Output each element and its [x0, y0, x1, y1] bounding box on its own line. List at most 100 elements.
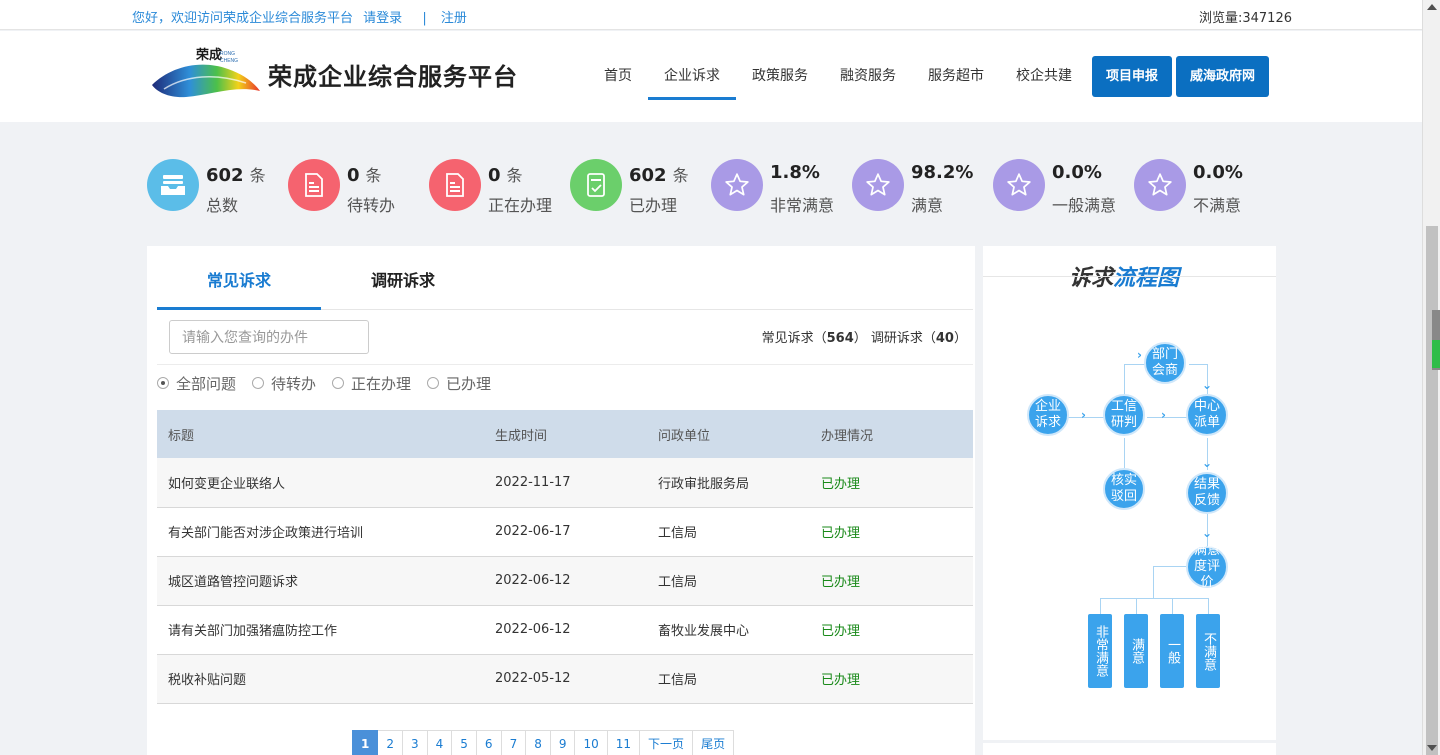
- flow-result-satisfied: 满意: [1124, 614, 1148, 688]
- visit-counter: 浏览量:347126: [1198, 11, 1292, 26]
- stat-label: 已办理: [629, 196, 678, 215]
- flow-node-evaluate: 满意度评价: [1186, 543, 1228, 590]
- stat-label: 不满意: [1193, 196, 1242, 215]
- col-department: 问政单位: [647, 410, 810, 458]
- nav-policy-services[interactable]: 政策服务: [736, 31, 824, 122]
- table-row[interactable]: 请有关部门加强猪瘟防控工作 2022-06-12 畜牧业发展中心 已办理: [157, 605, 973, 655]
- table-row[interactable]: 有关部门能否对涉企政策进行培训 2022-06-17 工信局 已办理: [157, 507, 973, 557]
- filter-pending-transfer[interactable]: 待转办: [252, 373, 316, 394]
- filter-label: 已办理: [446, 374, 492, 393]
- stat-label: 待转办: [347, 196, 396, 215]
- col-created-time: 生成时间: [484, 410, 647, 458]
- stat-label: 正在办理: [488, 196, 553, 215]
- filter-completed[interactable]: 已办理: [427, 373, 491, 394]
- appeal-flowchart: 诉求流程图 › › › ⌄ ⌄ ⌄ 企业诉求 工信研判 部门会商 中心派单 核实…: [983, 246, 1276, 740]
- flow-connector: [1147, 417, 1187, 418]
- common-count-label: 常见诉求（: [761, 331, 827, 346]
- nav-enterprise-appeals[interactable]: 企业诉求: [648, 31, 736, 122]
- star-icon: [852, 159, 904, 211]
- appeal-counts: 常见诉求（564） 调研诉求（40）: [762, 327, 967, 346]
- page-scrollbar[interactable]: [1422, 0, 1440, 755]
- row-status: 已办理: [810, 654, 973, 704]
- tab-common-appeals[interactable]: 常见诉求: [157, 246, 321, 310]
- flow-node-result-feedback: 结果反馈: [1186, 472, 1228, 514]
- row-date: 2022-05-12: [484, 654, 647, 704]
- stat-value: 0: [347, 165, 360, 186]
- top-bar: 您好，欢迎访问荣成企业综合服务平台 请登录 | 注册 浏览量:347126: [0, 0, 1422, 30]
- flow-connector: [1124, 438, 1125, 468]
- search-input[interactable]: [169, 320, 369, 354]
- row-title[interactable]: 如何变更企业联络人: [157, 458, 484, 508]
- chevron-down-icon: ⌄: [1202, 378, 1213, 392]
- site-header: 荣成 RONG CHENG 荣成企业综合服务平台 首页 企业诉求 政策服务 融资…: [0, 31, 1422, 122]
- radio-dot[interactable]: [332, 377, 345, 389]
- inbox-icon: [147, 159, 199, 211]
- svg-text:RONG: RONG: [220, 51, 235, 57]
- table-row[interactable]: 城区道路管控问题诉求 2022-06-12 工信局 已办理: [157, 556, 973, 606]
- flow-connector: [1153, 566, 1187, 567]
- project-apply-button[interactable]: 项目申报: [1092, 56, 1173, 97]
- filter-label: 待转办: [271, 374, 317, 393]
- page-10[interactable]: 10: [575, 730, 608, 755]
- scroll-down-arrow-icon[interactable]: [1427, 745, 1437, 751]
- page-3[interactable]: 3: [403, 730, 428, 755]
- chevron-right-icon: ›: [1081, 408, 1086, 422]
- logo-graphic: 荣成 RONG CHENG: [152, 47, 260, 98]
- flowchart-title-main: 诉求: [1069, 266, 1114, 291]
- main-nav: 首页 企业诉求 政策服务 融资服务 服务超市 校企共建 项目申报 威海政府网: [588, 31, 1270, 122]
- flow-result-dissatisfied: 不满意: [1196, 614, 1220, 688]
- page-9[interactable]: 9: [550, 730, 576, 755]
- flow-connector: [1153, 566, 1154, 598]
- page-2[interactable]: 2: [378, 730, 403, 755]
- stat-value: 0.0%: [1052, 162, 1102, 183]
- table-row[interactable]: 如何变更企业联络人 2022-11-17 行政审批服务局 已办理: [157, 458, 973, 508]
- page-8[interactable]: 8: [526, 730, 551, 755]
- row-department: 工信局: [647, 654, 810, 704]
- register-link[interactable]: 注册: [441, 11, 467, 26]
- stat-unit: 条: [365, 166, 382, 185]
- page-11[interactable]: 11: [607, 730, 641, 755]
- chevron-down-icon: ⌄: [1202, 456, 1213, 470]
- filter-all[interactable]: 全部问题: [157, 373, 236, 394]
- flow-node-verify-reject: 核实驳回: [1103, 468, 1145, 510]
- nav-financing-services[interactable]: 融资服务: [824, 31, 912, 122]
- flow-connector: [1100, 598, 1208, 599]
- status-filters: 全部问题 待转办 正在办理 已办理: [157, 370, 507, 396]
- next-page-button[interactable]: 下一页: [640, 730, 694, 755]
- nav-service-market[interactable]: 服务超市: [912, 31, 1000, 122]
- flow-result-very-satisfied: 非常满意: [1088, 614, 1112, 688]
- page-6[interactable]: 6: [476, 730, 502, 755]
- scroll-up-arrow-icon[interactable]: [1427, 4, 1437, 10]
- row-title[interactable]: 城区道路管控问题诉求: [157, 556, 484, 606]
- document-icon: [429, 159, 481, 211]
- login-link[interactable]: 请登录: [363, 11, 402, 26]
- chevron-right-icon: ›: [1137, 348, 1142, 362]
- stat-unit: 条: [249, 166, 266, 185]
- site-logo[interactable]: 荣成 RONG CHENG: [150, 45, 262, 101]
- page-4[interactable]: 4: [427, 730, 453, 755]
- radio-dot[interactable]: [427, 377, 440, 389]
- flow-connector: [1189, 364, 1207, 365]
- chevron-down-icon: ⌄: [1202, 526, 1213, 540]
- stat-label: 满意: [911, 196, 944, 215]
- nav-home[interactable]: 首页: [588, 31, 648, 122]
- row-title[interactable]: 税收补贴问题: [157, 654, 484, 704]
- page-7[interactable]: 7: [501, 730, 527, 755]
- nav-school-enterprise[interactable]: 校企共建: [1000, 31, 1088, 122]
- last-page-button[interactable]: 尾页: [693, 730, 735, 755]
- stat-unit: 条: [506, 166, 523, 185]
- radio-dot[interactable]: [252, 377, 265, 389]
- tab-research-appeals[interactable]: 调研诉求: [321, 246, 485, 310]
- weihai-gov-button[interactable]: 威海政府网: [1176, 56, 1270, 97]
- row-date: 2022-06-12: [484, 605, 647, 655]
- filter-in-progress[interactable]: 正在办理: [332, 373, 411, 394]
- table-row[interactable]: 税收补贴问题 2022-05-12 工信局 已办理: [157, 654, 973, 704]
- side-indicator-green: [1432, 340, 1440, 368]
- page-5[interactable]: 5: [452, 730, 477, 755]
- row-title[interactable]: 请有关部门加强猪瘟防控工作: [157, 605, 484, 655]
- scrollbar-thumb[interactable]: [1426, 226, 1438, 755]
- row-title[interactable]: 有关部门能否对涉企政策进行培训: [157, 507, 484, 557]
- radio-dot[interactable]: [157, 377, 169, 389]
- page-1[interactable]: 1: [352, 730, 379, 755]
- star-icon: [1134, 159, 1186, 211]
